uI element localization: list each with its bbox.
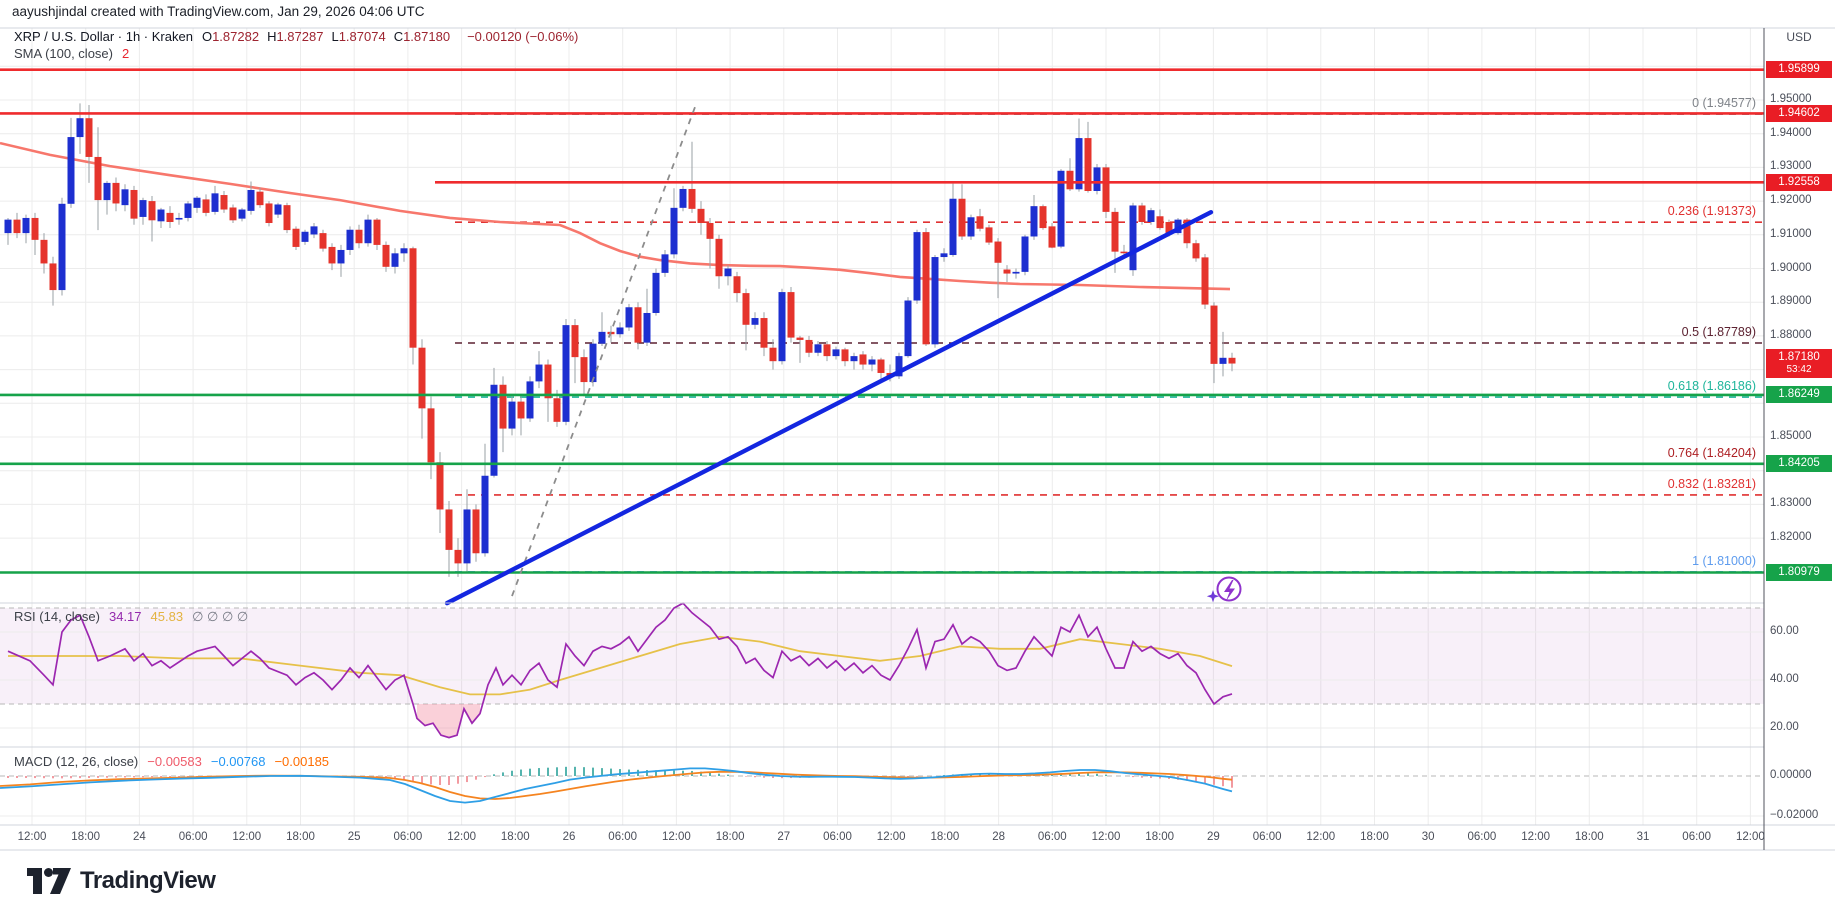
axis-tick-label: 24	[132, 831, 146, 843]
axis-tick-label: 18:00	[1145, 831, 1175, 843]
price-badge: 1.92558	[1766, 173, 1832, 191]
axis-tick-label: 1.85000	[1770, 430, 1812, 442]
axis-tick-label: 06:00	[1682, 831, 1712, 843]
axis-tick-label: 40.00	[1770, 673, 1799, 685]
axis-tick-label: 30	[1421, 831, 1435, 843]
axis-tick-label: 12:00	[662, 831, 691, 843]
axis-tick-label: 18:00	[500, 831, 530, 843]
axis-tick-label: 18:00	[286, 831, 315, 843]
price-badge: 1.84205	[1766, 455, 1832, 473]
candles-layer	[4, 103, 1236, 577]
price-badge: 1.94602	[1766, 104, 1832, 122]
axis-tick-label: 1.91000	[1770, 227, 1812, 240]
axis-tick-label: 06:00	[823, 831, 852, 843]
axis-tick-label: 18:00	[930, 831, 960, 843]
axis-tick-label: 18:00	[1574, 831, 1604, 843]
axis-tick-label: 31	[1636, 831, 1650, 843]
chart-canvas[interactable]	[0, 0, 1835, 913]
axis-tick-label: 06:00	[178, 831, 208, 843]
tradingview-logo-icon	[27, 868, 71, 894]
axis-tick-label: 1.92000	[1770, 194, 1812, 207]
axis-tick-label: 0.00000	[1770, 769, 1812, 781]
price-badge: 1.95899	[1766, 61, 1832, 79]
lightning-icon[interactable]	[1206, 576, 1242, 603]
axis-tick-label: 1.89000	[1770, 295, 1812, 308]
tradingview-chart-app: aayushjindal created with TradingView.co…	[0, 0, 1835, 913]
price-badge: 1.87180 53:42	[1766, 349, 1832, 379]
axis-tick-label: 06:00	[1037, 831, 1067, 843]
axis-tick-label: 12:00	[1306, 831, 1336, 843]
axis-tick-label: 06:00	[1252, 831, 1282, 843]
axis-tick-label: 18:00	[1360, 831, 1389, 843]
price-badge: 1.86249	[1766, 386, 1832, 404]
axis-tick-label: 1.83000	[1770, 497, 1812, 510]
price-badge: 1.80979	[1766, 564, 1832, 581]
axis-tick-label: 1.82000	[1770, 531, 1812, 544]
axis-tick-label: 20.00	[1770, 721, 1799, 733]
axis-tick-label: −0.02000	[1770, 809, 1819, 821]
axis-tick-label: 12:00	[876, 831, 906, 843]
tradingview-logo[interactable]: TradingView	[26, 860, 216, 902]
axis-tick-label: 12:00	[1091, 831, 1121, 843]
axis-tick-label: 1.88000	[1770, 328, 1812, 341]
axis-tick-label: 26	[562, 831, 576, 843]
grid-layer	[0, 28, 1764, 825]
axis-tick-label: 12:00	[1736, 831, 1765, 843]
axis-tick-label: 28	[992, 831, 1005, 843]
axis-tick-label: 1.94000	[1770, 126, 1812, 139]
axis-tick-label: 1.93000	[1770, 160, 1812, 173]
axis-tick-label: 25	[347, 831, 361, 843]
axis-tick-label: 06:00	[393, 831, 423, 843]
axis-tick-label: 1.95000	[1770, 93, 1812, 105]
tradingview-logo-text: TradingView	[80, 867, 216, 894]
axis-tick-label: 06:00	[1467, 831, 1497, 843]
axis-tick-label: 27	[777, 831, 791, 843]
frame-layer	[0, 27, 1835, 851]
axis-tick-label: 12:00	[17, 831, 47, 843]
levels-layer	[0, 68, 1764, 574]
axis-tick-label: 06:00	[608, 831, 638, 843]
axis-tick-label: 12:00	[232, 831, 262, 843]
axis-tick-label: 12:00	[447, 831, 476, 843]
axis-tick-label: 12:00	[1521, 831, 1550, 843]
axis-tick-label: 60.00	[1770, 625, 1799, 637]
axis-tick-label: 29	[1206, 831, 1220, 843]
axis-tick-label: 18:00	[71, 831, 101, 843]
axis-tick-label: 18:00	[715, 831, 745, 843]
axis-tick-label: 1.90000	[1770, 261, 1812, 274]
